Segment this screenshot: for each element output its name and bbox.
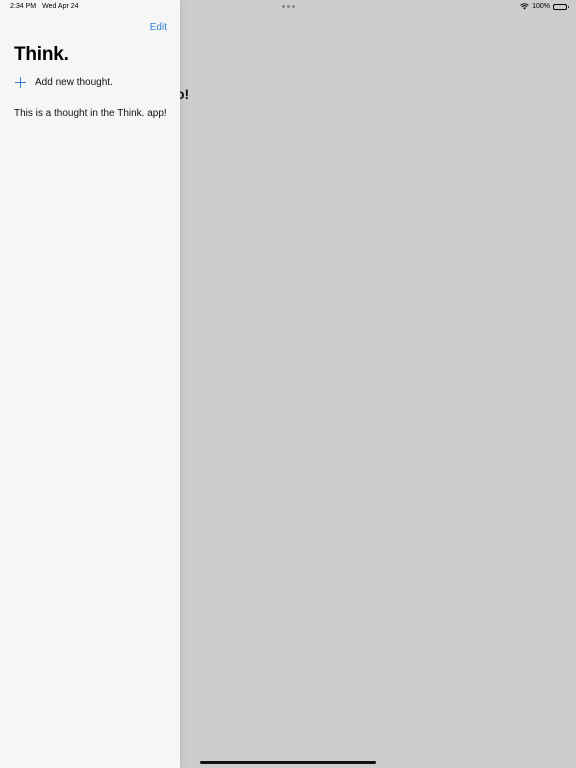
multitasking-dots-icon[interactable]: [282, 5, 295, 8]
status-bar: 2:34 PM Wed Apr 24 100%: [0, 0, 576, 14]
battery-percentage: 100%: [532, 3, 550, 10]
add-new-thought-label: Add new thought.: [35, 77, 113, 88]
list-item[interactable]: This is a thought in the Think. app!: [14, 108, 167, 119]
page-title: Think.: [14, 44, 69, 65]
edit-button[interactable]: Edit: [150, 22, 167, 33]
sidebar: Edit Think. Add new thought. This is a t…: [0, 0, 180, 768]
battery-icon: [553, 3, 569, 10]
home-indicator[interactable]: [200, 761, 376, 764]
plus-icon: [14, 76, 27, 89]
add-new-thought-button[interactable]: Add new thought.: [14, 76, 113, 89]
status-time: 2:34 PM: [10, 3, 37, 10]
status-date: Wed Apr 24: [42, 3, 79, 10]
wifi-icon: [520, 3, 529, 10]
screen: o! Edit Think. Add new thought. This is …: [0, 0, 576, 768]
